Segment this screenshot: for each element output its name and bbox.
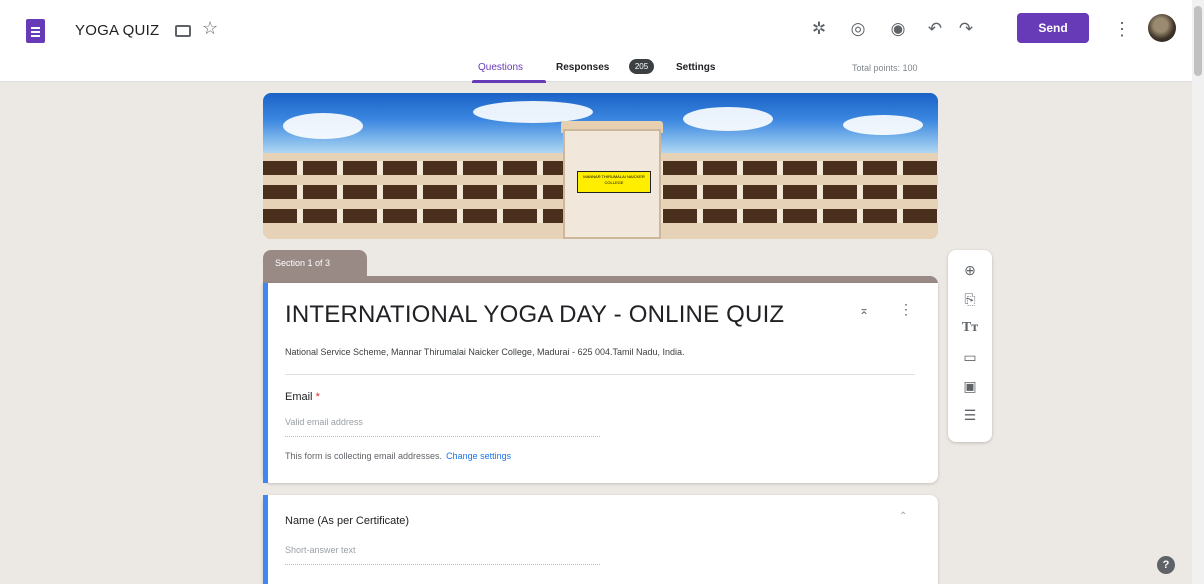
avatar[interactable] [1148, 14, 1176, 42]
form-header-card[interactable]: INTERNATIONAL YOGA DAY - ONLINE QUIZ ⌅ ⋮… [263, 283, 938, 483]
active-card-accent [263, 283, 268, 483]
question-title[interactable]: Name (As per Certificate) [285, 515, 409, 527]
redo-icon[interactable]: ↷ [955, 18, 977, 40]
form-description[interactable]: National Service Scheme, Mannar Thirumal… [285, 347, 685, 357]
active-tab-indicator [472, 80, 546, 83]
add-video-icon[interactable]: ▣ [959, 375, 981, 397]
import-questions-icon[interactable]: ⎘ [959, 288, 981, 310]
move-to-folder-icon[interactable] [175, 25, 191, 37]
send-button[interactable]: Send [1017, 13, 1089, 43]
top-bar: YOGA QUIZ ☆ ✲ ◎ ◉ ↶ ↷ Send ⋮ Questions R… [0, 0, 1204, 83]
divider [285, 374, 915, 375]
tab-settings[interactable]: Settings [676, 62, 715, 73]
add-title-icon[interactable]: Tт [959, 317, 981, 339]
college-signboard: MANNAR THIRUMALAI NAICKER COLLEGE [577, 171, 651, 193]
document-title[interactable]: YOGA QUIZ [75, 22, 159, 39]
header-banner-image: MANNAR THIRUMALAI NAICKER COLLEGE [263, 93, 938, 239]
add-question-icon[interactable]: ⊕ [959, 259, 981, 281]
tab-questions[interactable]: Questions [478, 62, 523, 73]
cloud [473, 101, 593, 123]
help-icon[interactable]: ? [1157, 556, 1175, 574]
collect-note-text: This form is collecting email addresses. [285, 451, 443, 461]
add-section-icon[interactable]: ☰ [959, 404, 981, 426]
forms-app-icon[interactable] [26, 19, 45, 43]
total-points: Total points: 100 [852, 63, 918, 73]
cloud [283, 113, 363, 139]
email-collection-note: This form is collecting email addresses.… [285, 451, 511, 461]
question-card[interactable]: Name (As per Certificate) ⌃ Short-answer… [263, 495, 938, 584]
form-tabs: Questions Responses 205 Settings Total p… [0, 59, 1204, 83]
scrollbar-thumb[interactable] [1194, 6, 1202, 76]
section-more-icon[interactable]: ⋮ [899, 301, 913, 318]
cloud [683, 107, 773, 131]
email-field: Valid email address [285, 417, 600, 437]
email-label-text: Email [285, 391, 313, 403]
drag-handle-icon[interactable]: ⌃ [899, 511, 907, 522]
more-options-icon[interactable]: ⋮ [1113, 18, 1131, 40]
collapse-section-icon[interactable]: ⌅ [859, 303, 869, 317]
change-settings-link[interactable]: Change settings [446, 451, 511, 461]
undo-icon[interactable]: ↶ [924, 18, 946, 40]
add-image-icon[interactable]: ▭ [959, 346, 981, 368]
responses-count-badge: 205 [629, 59, 654, 74]
palette-icon[interactable]: ◎ [847, 18, 869, 40]
email-question-label: Email * [285, 391, 320, 403]
short-answer-field: Short-answer text [285, 545, 600, 565]
floating-toolbar: ⊕ ⎘ Tт ▭ ▣ ☰ [948, 250, 992, 442]
customize-theme-icon[interactable]: ✲ [808, 18, 830, 40]
scrollbar[interactable] [1192, 0, 1204, 584]
star-icon[interactable]: ☆ [202, 19, 218, 37]
form-title[interactable]: INTERNATIONAL YOGA DAY - ONLINE QUIZ [285, 301, 784, 329]
cloud [843, 115, 923, 135]
preview-eye-icon[interactable]: ◉ [887, 18, 909, 40]
tab-responses[interactable]: Responses [556, 62, 609, 73]
required-asterisk: * [315, 391, 320, 403]
card-accent [263, 495, 268, 584]
